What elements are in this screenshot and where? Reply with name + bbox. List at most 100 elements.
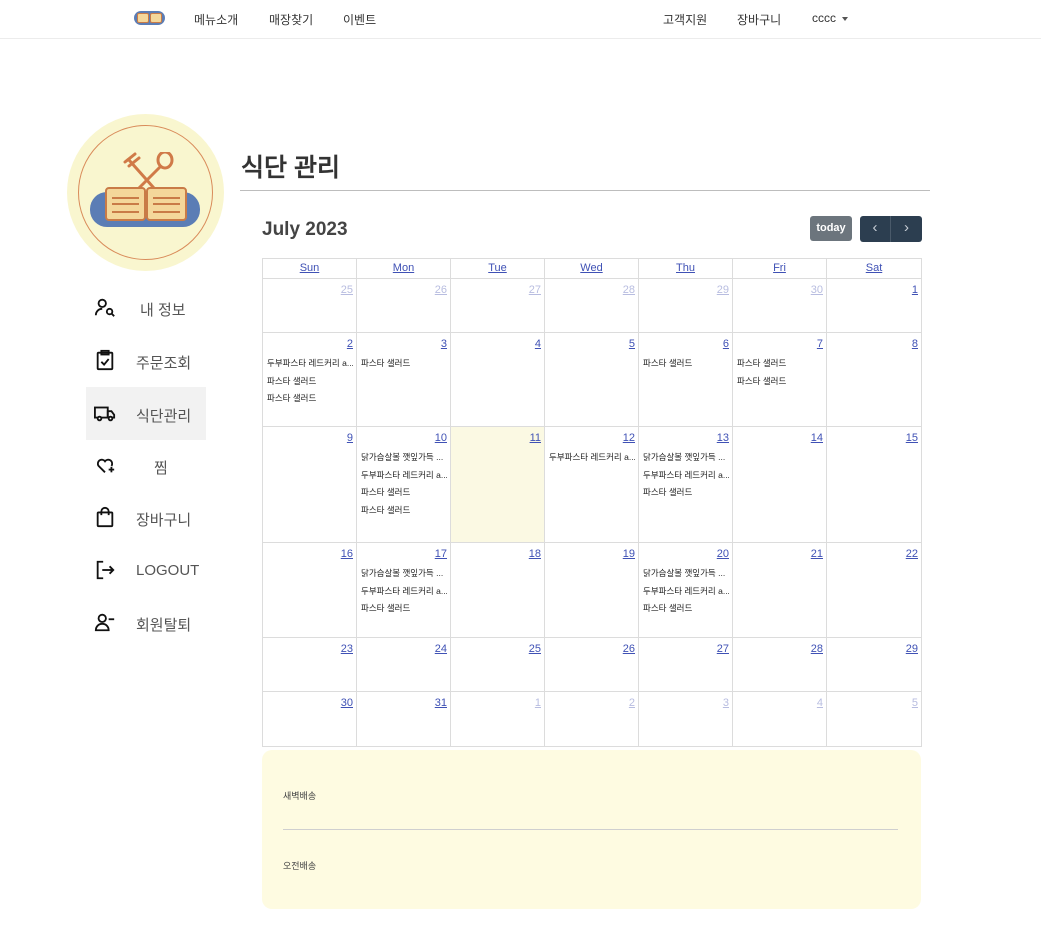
weekday-header[interactable]: Tue — [451, 259, 545, 279]
weekday-header[interactable]: Fri — [733, 259, 827, 279]
next-month-button[interactable]: › — [891, 216, 922, 242]
nav-link-support[interactable]: 고객지원 — [663, 11, 707, 28]
day-number[interactable]: 31 — [435, 697, 447, 709]
day-number[interactable]: 30 — [811, 284, 823, 296]
day-number[interactable]: 8 — [912, 338, 918, 350]
nav-link-events[interactable]: 이벤트 — [343, 11, 376, 28]
calendar-event[interactable]: 두부파스타 레드커리 a... — [643, 469, 729, 481]
user-dropdown[interactable]: cccc — [812, 11, 848, 25]
calendar-day-cell[interactable]: 17 닭가슴살볼 깻잎가득 ... 두부파스타 레드커리 a... 파스타 샐러드 — [357, 543, 451, 638]
calendar-day-cell[interactable]: 29 — [827, 638, 921, 692]
weekday-header[interactable]: Sun — [263, 259, 357, 279]
calendar-day-cell[interactable]: 6 파스타 샐러드 — [639, 333, 733, 427]
day-number[interactable]: 1 — [535, 697, 541, 709]
day-number[interactable]: 18 — [529, 548, 541, 560]
calendar-day-cell[interactable]: 3 — [639, 692, 733, 747]
day-number[interactable]: 29 — [906, 643, 918, 655]
calendar-day-cell[interactable]: 27 — [451, 279, 545, 333]
day-number[interactable]: 28 — [811, 643, 823, 655]
day-number[interactable]: 26 — [623, 643, 635, 655]
weekday-header[interactable]: Wed — [545, 259, 639, 279]
calendar-day-cell[interactable]: 29 — [639, 279, 733, 333]
calendar-day-cell[interactable]: 25 — [263, 279, 357, 333]
day-number[interactable]: 25 — [341, 284, 353, 296]
day-number[interactable]: 11 — [530, 432, 541, 444]
calendar-event[interactable]: 파스타 샐러드 — [737, 357, 786, 369]
calendar-event[interactable]: 닭가슴살볼 깻잎가득 ... — [643, 451, 725, 463]
day-number[interactable]: 21 — [811, 548, 823, 560]
sidebar-item-orders[interactable]: 주문조회 — [86, 334, 206, 387]
day-number[interactable]: 16 — [341, 548, 353, 560]
calendar-day-cell[interactable]: 5 — [545, 333, 639, 427]
day-number[interactable]: 9 — [347, 432, 353, 444]
sidebar-item-diet[interactable]: 식단관리 — [86, 387, 206, 440]
day-number[interactable]: 14 — [811, 432, 823, 444]
calendar-event[interactable]: 두부파스타 레드커리 a... — [361, 469, 447, 481]
calendar-day-cell[interactable]: 2 두부파스타 레드커리 a... 파스타 샐러드 파스타 샐러드 — [263, 333, 357, 427]
day-number[interactable]: 10 — [435, 432, 447, 444]
day-number[interactable]: 29 — [717, 284, 729, 296]
day-number[interactable]: 2 — [347, 338, 353, 350]
day-number[interactable]: 3 — [723, 697, 729, 709]
dodam-logo-icon[interactable] — [134, 11, 165, 25]
day-number[interactable]: 19 — [623, 548, 635, 560]
day-number[interactable]: 27 — [717, 643, 729, 655]
calendar-event[interactable]: 두부파스타 레드커리 a... — [361, 585, 447, 597]
calendar-event[interactable]: 파스타 샐러드 — [267, 375, 316, 387]
calendar-day-cell[interactable]: 24 — [357, 638, 451, 692]
day-number[interactable]: 1 — [912, 284, 918, 296]
calendar-day-cell[interactable]: 27 — [639, 638, 733, 692]
day-number[interactable]: 6 — [723, 338, 729, 350]
calendar-day-cell[interactable]: 8 — [827, 333, 921, 427]
weekday-header[interactable]: Thu — [639, 259, 733, 279]
calendar-day-cell[interactable]: 22 — [827, 543, 921, 638]
calendar-day-cell[interactable]: 23 — [263, 638, 357, 692]
calendar-event[interactable]: 파스타 샐러드 — [361, 486, 410, 498]
day-number[interactable]: 26 — [435, 284, 447, 296]
calendar-event[interactable]: 파스타 샐러드 — [361, 357, 410, 369]
calendar-day-cell[interactable]: 1 — [451, 692, 545, 747]
day-number[interactable]: 23 — [341, 643, 353, 655]
calendar-day-cell[interactable]: 26 — [357, 279, 451, 333]
calendar-day-cell[interactable]: 5 — [827, 692, 921, 747]
day-number[interactable]: 15 — [906, 432, 918, 444]
calendar-day-cell[interactable]: 26 — [545, 638, 639, 692]
sidebar-item-logout[interactable]: LOGOUT — [86, 544, 206, 597]
day-number[interactable]: 24 — [435, 643, 447, 655]
calendar-day-cell[interactable]: 10 닭가슴살볼 깻잎가득 ... 두부파스타 레드커리 a... 파스타 샐러드 파스… — [357, 427, 451, 543]
prev-month-button[interactable]: ‹ — [860, 216, 891, 242]
calendar-day-cell[interactable]: 4 — [733, 692, 827, 747]
calendar-event[interactable]: 두부파스타 레드커리 a... — [267, 357, 353, 369]
day-number[interactable]: 30 — [341, 697, 353, 709]
calendar-day-cell[interactable]: 20 닭가슴살볼 깻잎가득 ... 두부파스타 레드커리 a... 파스타 샐러드 — [639, 543, 733, 638]
calendar-event[interactable]: 파스타 샐러드 — [643, 357, 692, 369]
calendar-day-cell[interactable]: 28 — [545, 279, 639, 333]
calendar-day-cell[interactable]: 18 — [451, 543, 545, 638]
calendar-event[interactable]: 닭가슴살볼 깻잎가득 ... — [361, 451, 443, 463]
day-number[interactable]: 28 — [623, 284, 635, 296]
day-number[interactable]: 25 — [529, 643, 541, 655]
sidebar-item-wishlist[interactable]: 찜 — [86, 439, 206, 492]
calendar-day-cell[interactable]: 9 — [263, 427, 357, 543]
day-number[interactable]: 4 — [535, 338, 541, 350]
calendar-day-cell[interactable]: 31 — [357, 692, 451, 747]
day-number[interactable]: 27 — [529, 284, 541, 296]
day-number[interactable]: 2 — [629, 697, 635, 709]
calendar-day-cell[interactable]: 4 — [451, 333, 545, 427]
calendar-event[interactable]: 파스타 샐러드 — [267, 392, 316, 404]
day-number[interactable]: 4 — [817, 697, 823, 709]
sidebar-item-withdraw[interactable]: 회원탈퇴 — [86, 596, 206, 649]
calendar-day-cell[interactable]: 30 — [263, 692, 357, 747]
nav-link-menu[interactable]: 메뉴소개 — [194, 11, 238, 28]
calendar-day-cell[interactable]: 3 파스타 샐러드 — [357, 333, 451, 427]
calendar-event[interactable]: 파스타 샐러드 — [361, 504, 410, 516]
calendar-day-cell[interactable]: 7 파스타 샐러드 파스타 샐러드 — [733, 333, 827, 427]
calendar-event[interactable]: 닭가슴살볼 깻잎가득 ... — [643, 567, 725, 579]
calendar-day-cell[interactable]: 13 닭가슴살볼 깻잎가득 ... 두부파스타 레드커리 a... 파스타 샐러드 — [639, 427, 733, 543]
calendar-day-cell[interactable]: 12 두부파스타 레드커리 a... — [545, 427, 639, 543]
calendar-day-cell[interactable]: 21 — [733, 543, 827, 638]
day-number[interactable]: 12 — [623, 432, 635, 444]
calendar-day-cell[interactable]: 15 — [827, 427, 921, 543]
calendar-event[interactable]: 닭가슴살볼 깻잎가득 ... — [361, 567, 443, 579]
calendar-day-cell[interactable]: 11 — [451, 427, 545, 543]
